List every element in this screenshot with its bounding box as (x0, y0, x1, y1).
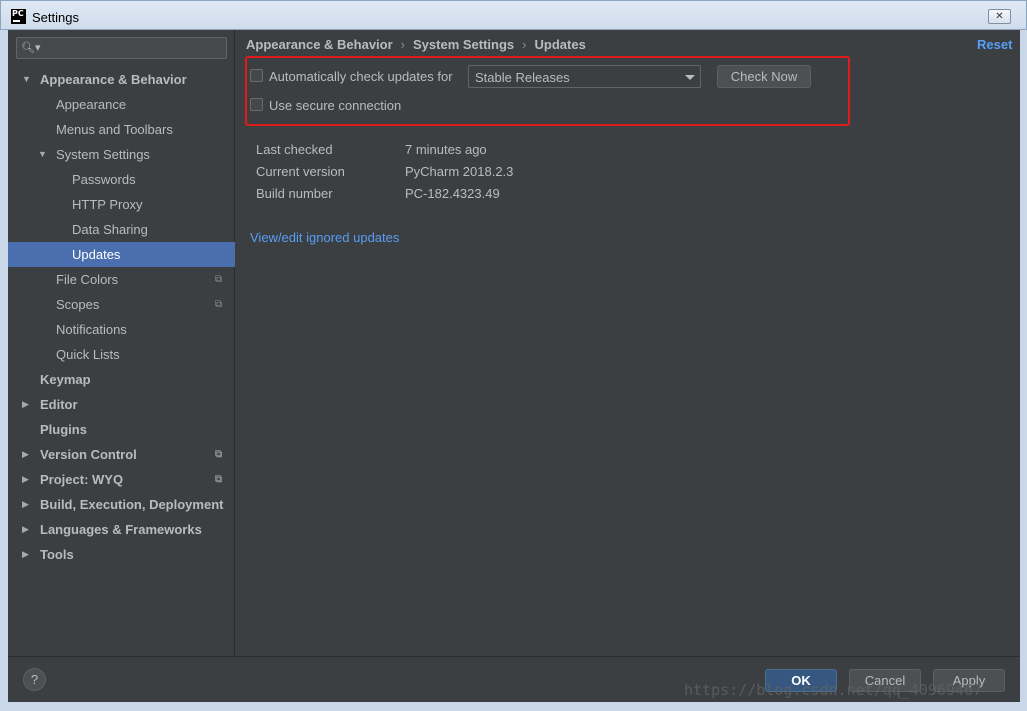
breadcrumb-item: System Settings (413, 37, 515, 52)
sidebar-item-label: HTTP Proxy (72, 197, 143, 212)
sidebar-item-label: System Settings (56, 147, 150, 162)
sidebar-item-label: Quick Lists (56, 347, 120, 362)
settings-dialog: 🔍︎▾ ▼ Appearance & Behavior Appearance M… (8, 30, 1020, 702)
project-copy-icon: ⧉ (215, 299, 223, 310)
sidebar-item-menus-toolbars[interactable]: Menus and Toolbars (8, 117, 235, 142)
expanded-arrow-icon[interactable]: ▼ (38, 142, 50, 167)
settings-sidebar: 🔍︎▾ ▼ Appearance & Behavior Appearance M… (8, 30, 235, 656)
current-version-label: Current version (256, 164, 345, 179)
breadcrumb-item: Appearance & Behavior (246, 37, 393, 52)
sidebar-item-appearance[interactable]: Appearance (8, 92, 235, 117)
expanded-arrow-icon[interactable]: ▼ (22, 67, 34, 92)
sidebar-item-build-execution-deployment[interactable]: ▶ Build, Execution, Deployment (8, 492, 235, 517)
sidebar-item-scopes[interactable]: Scopes ⧉ (8, 292, 235, 317)
project-copy-icon: ⧉ (215, 449, 223, 460)
project-copy-icon: ⧉ (215, 274, 223, 285)
sidebar-item-quick-lists[interactable]: Quick Lists (8, 342, 235, 367)
view-ignored-updates-link[interactable]: View/edit ignored updates (250, 230, 399, 245)
check-now-label: Check Now (730, 69, 798, 84)
window-close-button[interactable]: ✕ (988, 9, 1011, 24)
last-checked-label: Last checked (256, 142, 333, 157)
update-channel-value: Stable Releases (475, 70, 570, 85)
breadcrumb-separator: › (522, 37, 527, 52)
help-button[interactable]: ? (23, 668, 46, 691)
breadcrumb: Appearance & Behavior › System Settings › Up… (246, 37, 586, 52)
search-icon: 🔍︎▾ (21, 42, 41, 54)
build-number-value: PC-182.4323.49 (405, 186, 500, 201)
sidebar-item-label: Keymap (40, 372, 91, 387)
window-title: Settings (32, 10, 79, 25)
search-input[interactable] (39, 40, 223, 56)
sidebar-item-project[interactable]: ▶ Project: WYQ ⧉ (8, 467, 235, 492)
sidebar-item-version-control[interactable]: ▶ Version Control ⧉ (8, 442, 235, 467)
sidebar-item-label: Menus and Toolbars (56, 122, 173, 137)
sidebar-item-data-sharing[interactable]: Data Sharing (8, 217, 235, 242)
pycharm-logo-icon: PC (11, 9, 26, 24)
sidebar-item-label: Updates (72, 247, 121, 262)
sidebar-item-label: Plugins (40, 422, 87, 437)
breadcrumb-item: Updates (534, 37, 586, 52)
search-box[interactable]: 🔍︎▾ (16, 37, 227, 59)
last-checked-value: 7 minutes ago (405, 142, 487, 157)
window-titlebar: PC Settings ✕ (0, 0, 1027, 30)
app-icon-text: PC (12, 9, 24, 18)
sidebar-item-editor[interactable]: ▶ Editor (8, 392, 235, 417)
sidebar-item-label: File Colors (56, 272, 119, 287)
sidebar-item-keymap[interactable]: Keymap (8, 367, 235, 392)
auto-check-updates-checkbox[interactable] (250, 69, 263, 82)
collapsed-arrow-icon[interactable]: ▶ (22, 492, 34, 517)
sidebar-item-notifications[interactable]: Notifications (8, 317, 235, 342)
check-now-button[interactable]: Check Now (717, 65, 811, 88)
collapsed-arrow-icon[interactable]: ▶ (22, 517, 34, 542)
watermark-text: https://blog.csdn.net/qq_40969467 (684, 681, 983, 699)
sidebar-item-tools[interactable]: ▶ Tools (8, 542, 235, 567)
close-icon: ✕ (995, 11, 1004, 22)
build-number-label: Build number (256, 186, 333, 201)
sidebar-item-updates[interactable]: Updates (8, 242, 235, 267)
sidebar-item-file-colors[interactable]: File Colors ⧉ (8, 267, 235, 292)
sidebar-item-http-proxy[interactable]: HTTP Proxy (8, 192, 235, 217)
collapsed-arrow-icon[interactable]: ▶ (22, 467, 34, 492)
breadcrumb-separator: › (400, 37, 406, 52)
sidebar-item-languages-frameworks[interactable]: ▶ Languages & Frameworks (8, 517, 235, 542)
secure-connection-label[interactable]: Use secure connection (269, 98, 401, 113)
sidebar-item-label: Appearance (56, 97, 127, 112)
collapsed-arrow-icon[interactable]: ▶ (22, 442, 34, 467)
current-version-value: PyCharm 2018.2.3 (405, 164, 514, 179)
sidebar-item-label: Scopes (56, 297, 100, 312)
sidebar-item-label: Languages & Frameworks (40, 522, 202, 537)
secure-connection-checkbox[interactable] (250, 98, 263, 111)
sidebar-item-label: Editor (40, 397, 78, 412)
sidebar-item-label: Data Sharing (72, 222, 148, 237)
sidebar-item-appearance-behavior[interactable]: ▼ Appearance & Behavior (8, 67, 235, 92)
sidebar-item-system-settings[interactable]: ▼ System Settings (8, 142, 235, 167)
settings-content: Appearance & Behavior › System Settings › Up… (236, 30, 1020, 656)
dropdown-arrow-icon (685, 75, 695, 80)
collapsed-arrow-icon[interactable]: ▶ (22, 542, 34, 567)
sidebar-item-label: Build, Execution, Deployment (40, 497, 224, 512)
sidebar-item-label: Appearance & Behavior (40, 72, 187, 87)
help-icon: ? (30, 672, 39, 687)
project-copy-icon: ⧉ (215, 474, 223, 485)
update-channel-dropdown[interactable]: Stable Releases (468, 65, 701, 88)
reset-link[interactable]: Reset (977, 37, 1012, 52)
sidebar-item-label: Tools (40, 547, 74, 562)
sidebar-item-label: Notifications (56, 322, 127, 337)
sidebar-item-label: Passwords (72, 172, 136, 187)
sidebar-item-label: Version Control (40, 447, 137, 462)
sidebar-item-label: Project: WYQ (40, 472, 124, 487)
collapsed-arrow-icon[interactable]: ▶ (22, 392, 34, 417)
sidebar-item-plugins[interactable]: Plugins (8, 417, 235, 442)
sidebar-item-passwords[interactable]: Passwords (8, 167, 235, 192)
auto-check-updates-label[interactable]: Automatically check updates for (269, 69, 453, 84)
